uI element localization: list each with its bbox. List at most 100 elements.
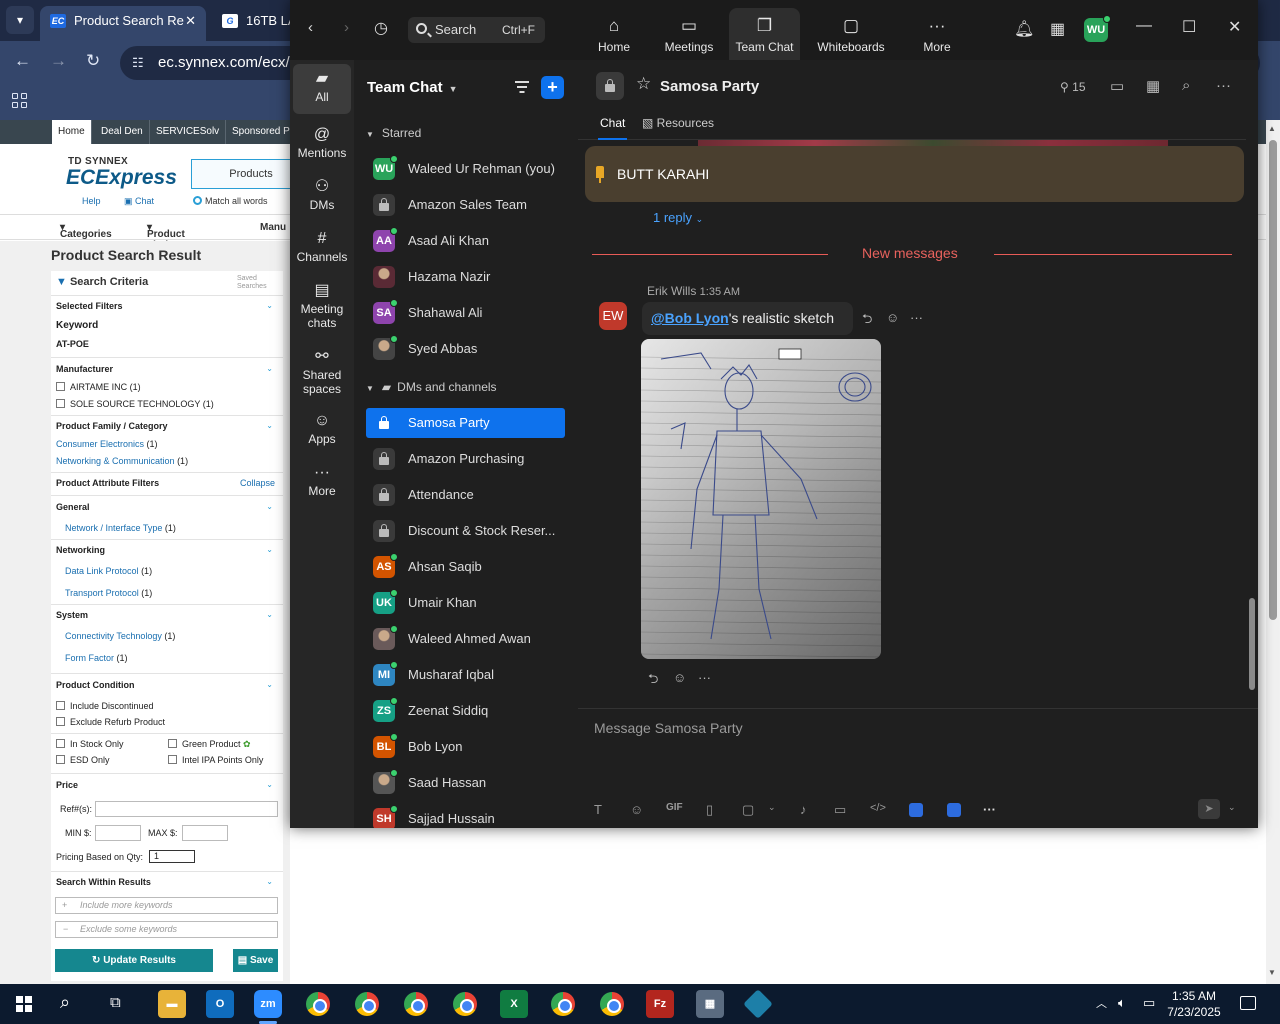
star-icon[interactable]: ☆ xyxy=(636,74,651,94)
maximize-icon[interactable]: ☐ xyxy=(1182,17,1196,37)
message-composer[interactable]: Message Samosa Party T ☺ GIF ▯ ▢ ⌄ ♪ ▭ <… xyxy=(578,708,1258,828)
send-icon[interactable]: ➤ xyxy=(1198,799,1220,819)
scrollbar-thumb[interactable] xyxy=(1269,140,1277,620)
pinned-message[interactable]: BUTT KARAHI xyxy=(585,146,1244,202)
scroll-up-icon[interactable]: ▲ xyxy=(1268,124,1276,133)
sender-name[interactable]: Erik Wills xyxy=(647,284,696,298)
video-off-icon[interactable]: ▭ xyxy=(1110,77,1124,95)
min-price-input[interactable] xyxy=(95,825,141,841)
chat-list-item[interactable]: MI Musharaf Iqbal xyxy=(366,660,565,690)
windows-start-icon[interactable] xyxy=(16,996,32,1012)
emoji-react-icon[interactable]: ☺ xyxy=(673,670,686,685)
app-diamond-icon[interactable] xyxy=(743,989,773,1019)
chevron-down-icon[interactable]: ⌄ xyxy=(768,802,776,813)
subtab-chat[interactable]: Chat xyxy=(597,116,628,140)
bell-icon[interactable]: 🔔︎ xyxy=(1014,19,1034,39)
condition-checkbox[interactable]: Include Discontinued xyxy=(56,701,154,711)
chat-list-item[interactable]: AA Asad Ali Khan xyxy=(366,226,565,256)
chat-scrollbar[interactable] xyxy=(1246,140,1258,708)
family-link[interactable]: Consumer Electronics (1) xyxy=(56,439,158,449)
chrome-icon[interactable] xyxy=(355,992,379,1016)
forward-icon[interactable]: → xyxy=(50,51,67,71)
zoom-search-box[interactable]: Search Ctrl+F xyxy=(408,17,545,43)
tab-more[interactable]: ··· More xyxy=(910,8,964,60)
chevron-down-icon[interactable]: ⌄ xyxy=(1228,802,1236,813)
chevron-down-icon[interactable]: ⌄ xyxy=(266,502,273,511)
chat-list-item[interactable]: Discount & Stock Reser... xyxy=(366,516,565,546)
chat-list-item[interactable]: Hazama Nazir xyxy=(366,262,565,292)
text-format-icon[interactable]: T xyxy=(594,802,602,817)
volume-icon[interactable]: 🔈︎ xyxy=(1118,995,1126,1011)
chat-list-item[interactable]: SH Sajjad Hussain xyxy=(366,804,565,828)
app-integration-icon[interactable] xyxy=(909,803,923,817)
chat-list-item[interactable]: Samosa Party xyxy=(366,408,565,438)
filezilla-icon[interactable]: Fz xyxy=(646,990,674,1018)
intel-ipa-checkbox[interactable]: Intel IPA Points Only xyxy=(168,755,263,765)
site-nav-servicesolv[interactable]: SERVICESolv xyxy=(150,120,227,144)
chevron-down-icon[interactable]: ⌄ xyxy=(266,610,273,619)
network-icon[interactable]: ▭ xyxy=(1143,995,1155,1011)
include-keywords-input[interactable]: + Include more keywords xyxy=(55,897,278,914)
screenshot-icon[interactable]: ▢ xyxy=(742,802,754,818)
browser-tab-active[interactable]: EC Product Search Re ✕ xyxy=(40,6,206,41)
tab-team-chat[interactable]: ❐ Team Chat xyxy=(729,8,800,60)
rail-more[interactable]: ··· More xyxy=(293,458,351,504)
chrome-icon[interactable] xyxy=(306,992,330,1016)
back-icon[interactable]: ← xyxy=(14,51,31,71)
channel-name[interactable]: Samosa Party xyxy=(660,78,759,95)
replies-link[interactable]: 1 reply ⌄ xyxy=(653,210,703,225)
site-info-icon[interactable]: ☷ xyxy=(132,46,144,80)
qty-input[interactable]: 1 xyxy=(149,850,195,863)
chat-list-item[interactable]: Attendance xyxy=(366,480,565,510)
chevron-up-icon[interactable]: ︿ xyxy=(1096,995,1107,1011)
attr-link[interactable]: Connectivity Technology (1) xyxy=(65,631,175,641)
chat-list-item[interactable]: Amazon Purchasing xyxy=(366,444,565,474)
calculator-icon[interactable]: ▦ xyxy=(696,990,724,1018)
reply-icon[interactable]: ⮌ xyxy=(862,310,872,332)
minimize-icon[interactable]: — xyxy=(1136,17,1152,35)
chat-list-item[interactable]: BL Bob Lyon xyxy=(366,732,565,762)
exclude-keywords-input[interactable]: − Exclude some keywords xyxy=(55,921,278,938)
excel-icon[interactable]: X xyxy=(500,990,528,1018)
history-icon[interactable]: ◷ xyxy=(374,18,388,38)
esd-checkbox[interactable]: ESD Only xyxy=(56,755,110,765)
close-icon[interactable]: ✕ xyxy=(1228,17,1241,37)
chevron-down-icon[interactable]: ⌄ xyxy=(266,780,273,789)
zoom-taskbar-icon[interactable]: zm xyxy=(254,990,282,1018)
system-clock[interactable]: 1:35 AM 7/23/2025 xyxy=(1164,988,1224,1020)
green-product-checkbox[interactable]: Green Product ✿ xyxy=(168,739,251,750)
chrome-icon[interactable] xyxy=(453,992,477,1016)
tab-home[interactable]: ⌂ Home xyxy=(590,8,638,60)
apps-grid-icon[interactable] xyxy=(12,93,28,109)
tab-meetings[interactable]: ▭ Meetings xyxy=(660,8,718,60)
save-button[interactable]: ▤ Save xyxy=(233,949,278,972)
video-message-icon[interactable]: ▭ xyxy=(834,802,846,818)
dms-section[interactable]: ▼ ▰ DMs and channels xyxy=(366,380,497,394)
search-icon[interactable]: ⌕ xyxy=(60,992,70,1013)
menu-manufacturers[interactable]: Manu xyxy=(260,222,286,233)
calendar-icon[interactable]: ▦ xyxy=(1146,77,1160,95)
rail-all[interactable]: ▰ All xyxy=(293,64,351,114)
team-chat-title[interactable]: Team Chat ▼ xyxy=(367,79,458,96)
gif-icon[interactable]: GIF xyxy=(666,802,683,813)
scrollbar-thumb[interactable] xyxy=(1249,598,1255,690)
site-nav-deal-den[interactable]: Deal Den xyxy=(95,120,150,144)
chevron-down-icon[interactable]: ⌄ xyxy=(266,301,273,310)
outlook-icon[interactable]: O xyxy=(206,990,234,1018)
more-dots-icon[interactable]: ··· xyxy=(983,802,996,817)
max-price-input[interactable] xyxy=(182,825,228,841)
chat-list-item[interactable]: WU Waleed Ur Rehman (you) xyxy=(366,154,565,184)
more-dots-icon[interactable]: ··· xyxy=(698,670,711,685)
chat-list-item[interactable]: SA Shahawal Ali xyxy=(366,298,565,328)
rail-apps[interactable]: ☺ Apps xyxy=(293,406,351,452)
chevron-down-icon[interactable]: ⌄ xyxy=(266,680,273,689)
emoji-icon[interactable]: ☺ xyxy=(630,802,643,817)
emoji-react-icon[interactable]: ☺ xyxy=(886,310,899,325)
update-results-button[interactable]: ↻ Update Results xyxy=(55,949,213,972)
browser-tab[interactable]: G 16TB LAC xyxy=(212,6,302,41)
forward-icon[interactable]: › xyxy=(344,19,349,36)
new-chat-button[interactable]: + xyxy=(541,76,564,99)
back-icon[interactable]: ‹ xyxy=(308,19,313,36)
chat-list-item[interactable]: ZS Zeenat Siddiq xyxy=(366,696,565,726)
calendar-icon[interactable]: ▦ xyxy=(1050,19,1065,39)
